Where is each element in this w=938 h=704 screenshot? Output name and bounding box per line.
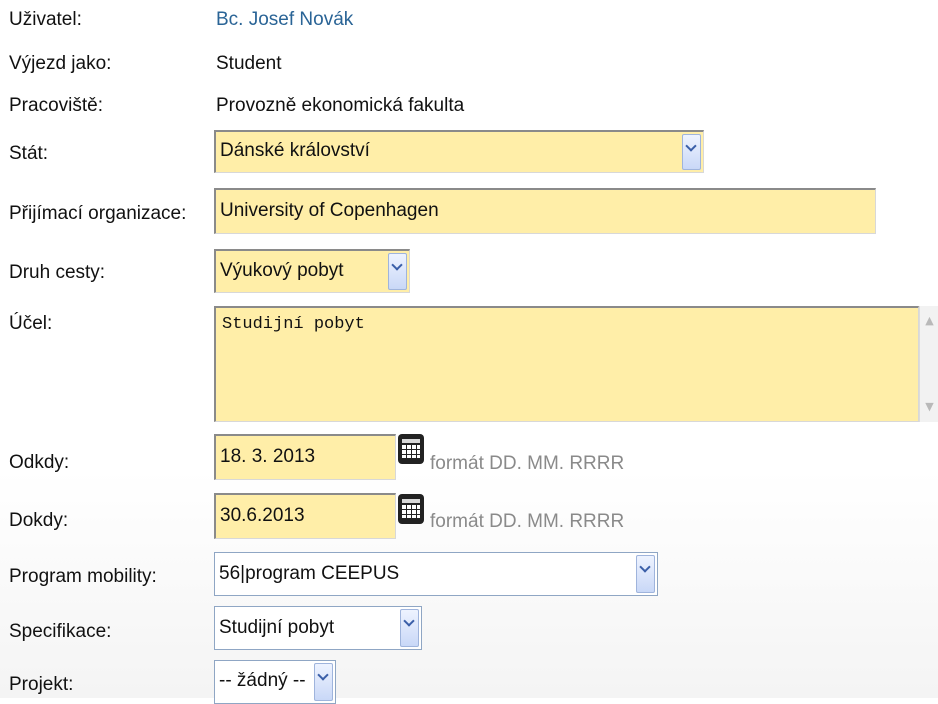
calendar-icon[interactable] xyxy=(398,434,424,464)
purpose-textarea-wrapper: Studijní pobyt ▲ ▼ xyxy=(214,306,938,422)
date-to-label: Dokdy: xyxy=(9,510,69,531)
trip-type-select-value: Výukový pobyt xyxy=(220,260,344,281)
chevron-down-icon[interactable] xyxy=(314,663,333,701)
calendar-icon[interactable] xyxy=(398,494,424,524)
purpose-textarea[interactable]: Studijní pobyt xyxy=(214,306,919,422)
trip-type-select[interactable]: Výukový pobyt xyxy=(214,249,410,293)
mobility-program-select-value: 56|program CEEPUS xyxy=(219,563,400,584)
trip-type-label: Druh cesty: xyxy=(9,262,106,283)
trip-as-value: Student xyxy=(216,53,282,74)
date-from-input[interactable]: 18. 3. 2013 xyxy=(214,434,396,480)
chevron-down-icon[interactable] xyxy=(682,134,701,170)
mobility-program-select[interactable]: 56|program CEEPUS xyxy=(214,552,658,596)
purpose-scrollbar[interactable]: ▲ ▼ xyxy=(919,306,938,422)
trip-as-label: Výjezd jako: xyxy=(9,53,112,74)
user-name-link[interactable]: Bc. Josef Novák xyxy=(216,9,353,31)
chevron-down-icon[interactable] xyxy=(636,555,655,593)
chevron-down-icon[interactable] xyxy=(400,609,419,647)
specification-label: Specifikace: xyxy=(9,621,112,642)
scroll-down-arrow-icon[interactable]: ▼ xyxy=(923,400,936,414)
date-to-format-hint: formát DD. MM. RRRR xyxy=(430,511,625,532)
project-label: Projekt: xyxy=(9,674,74,695)
mobility-program-label: Program mobility: xyxy=(9,566,157,587)
chevron-down-icon[interactable] xyxy=(388,253,407,290)
country-select[interactable]: Dánské království xyxy=(214,130,704,173)
host-org-label: Přijímací organizace: xyxy=(9,203,187,224)
scroll-up-arrow-icon[interactable]: ▲ xyxy=(923,314,936,328)
user-label: Uživatel: xyxy=(9,9,82,30)
workplace-label: Pracoviště: xyxy=(9,95,103,116)
host-org-input[interactable]: University of Copenhagen xyxy=(214,188,876,234)
date-from-format-hint: formát DD. MM. RRRR xyxy=(430,453,625,474)
specification-select-value: Studijní pobyt xyxy=(219,617,335,638)
country-select-value: Dánské království xyxy=(220,140,370,161)
country-label: Stát: xyxy=(9,143,49,164)
date-from-label: Odkdy: xyxy=(9,452,70,473)
purpose-label: Účel: xyxy=(9,313,53,334)
date-to-input[interactable]: 30.6.2013 xyxy=(214,493,396,539)
specification-select[interactable]: Studijní pobyt xyxy=(214,606,422,650)
project-select-value: -- žádný -- xyxy=(219,670,306,691)
project-select[interactable]: -- žádný -- xyxy=(214,660,336,704)
workplace-value: Provozně ekonomická fakulta xyxy=(216,95,465,116)
